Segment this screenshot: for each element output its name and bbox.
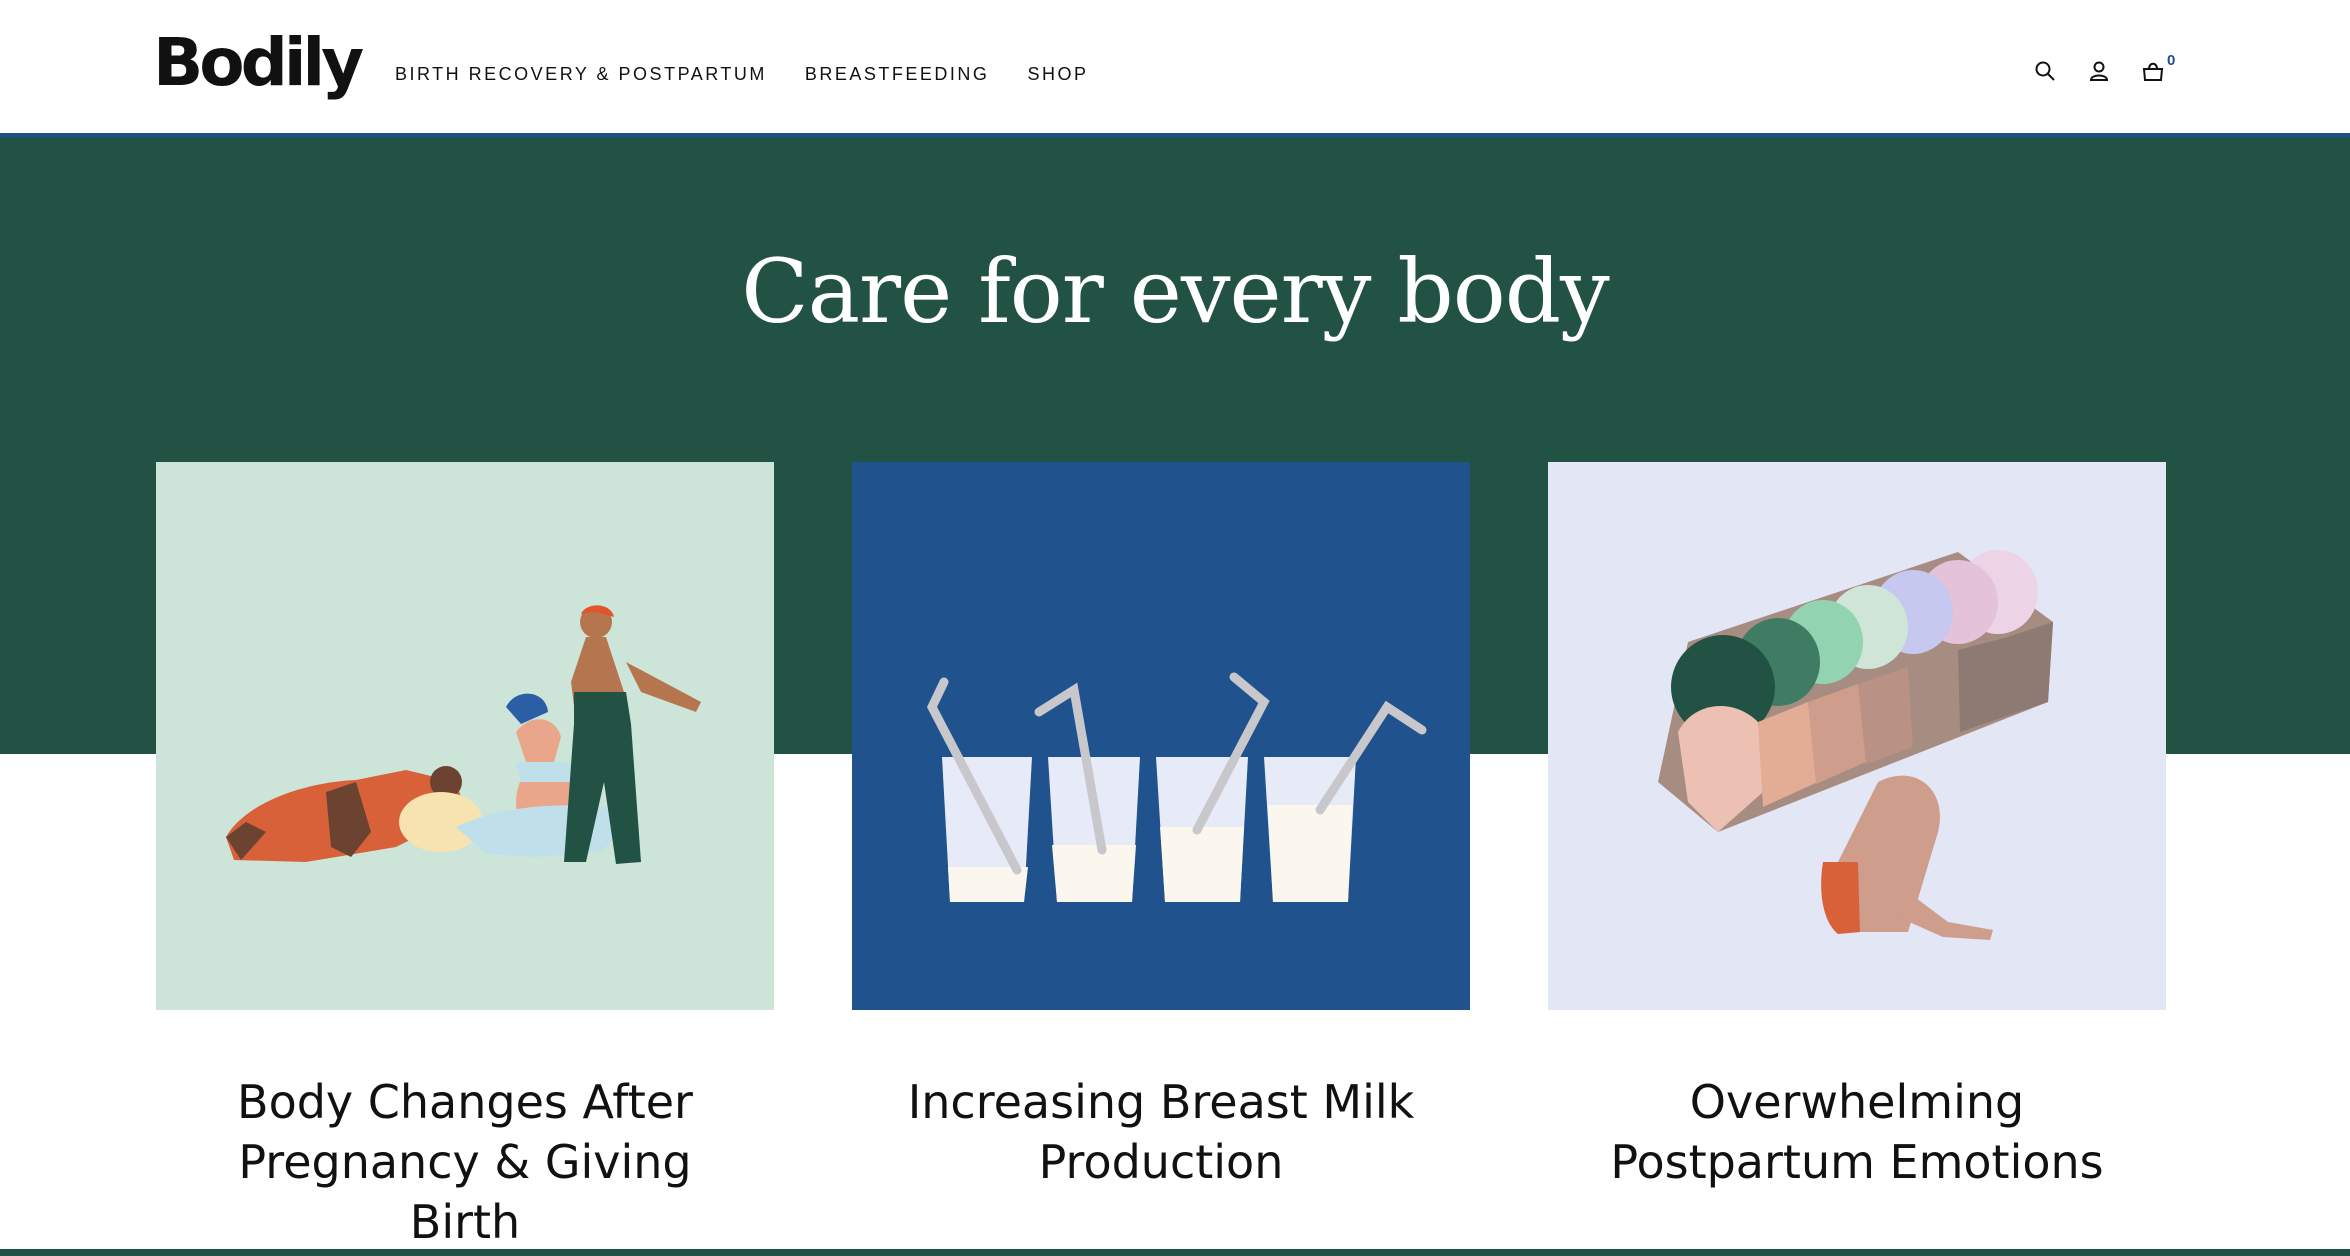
card-breast-milk[interactable]: Increasing Breast Milk Production <box>852 462 1470 1192</box>
nav-item-birth-recovery[interactable]: BIRTH RECOVERY & POSTPARTUM <box>395 64 767 85</box>
site-header: Bodily BIRTH RECOVERY & POSTPARTUM BREAS… <box>0 0 2350 137</box>
hero-title: Care for every body <box>741 240 1610 343</box>
card-body-changes[interactable]: Body Changes After Pregnancy & Giving Bi… <box>156 462 774 1252</box>
milk-glasses-illustration[interactable] <box>852 462 1470 1010</box>
cart-count-badge: 0 <box>2167 52 2176 69</box>
card-title-body-changes[interactable]: Body Changes After Pregnancy & Giving Bi… <box>156 1072 774 1252</box>
nav-item-breastfeeding[interactable]: BREASTFEEDING <box>805 64 990 85</box>
body-changes-illustration[interactable] <box>156 462 774 1010</box>
glass-1-icon <box>942 757 1032 902</box>
nav-item-shop[interactable]: SHOP <box>1027 64 1088 85</box>
search-icon[interactable] <box>2030 56 2060 86</box>
card-title-breast-milk[interactable]: Increasing Breast Milk Production <box>852 1072 1470 1192</box>
footer-top-bar <box>0 1249 2350 1256</box>
card-postpartum-emotions[interactable]: Overwhelming Postpartum Emotions <box>1548 462 2166 1192</box>
user-icon[interactable] <box>2084 56 2114 86</box>
card-title-postpartum-emotions[interactable]: Overwhelming Postpartum Emotions <box>1548 1072 2166 1192</box>
bag-icon[interactable] <box>2138 56 2168 86</box>
logo[interactable]: Bodily <box>153 30 364 96</box>
header-icons <box>2030 56 2168 86</box>
main-nav: BIRTH RECOVERY & POSTPARTUM BREASTFEEDIN… <box>395 64 1088 85</box>
emotions-illustration[interactable] <box>1548 462 2166 1010</box>
